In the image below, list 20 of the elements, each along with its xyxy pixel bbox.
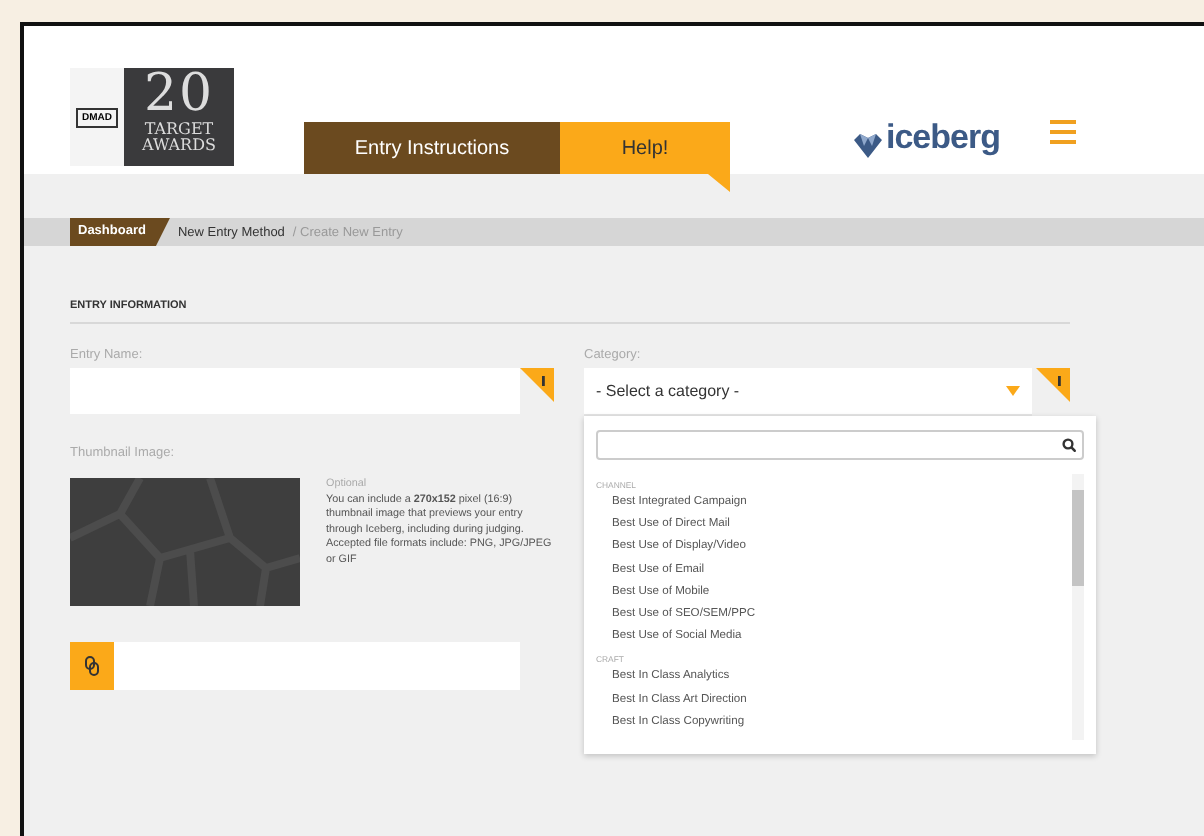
info-icon[interactable] — [1036, 368, 1070, 402]
gem-icon — [854, 134, 882, 158]
scrollbar[interactable] — [1072, 474, 1084, 740]
info-icon[interactable] — [520, 368, 554, 402]
category-select[interactable]: - Select a category - — [584, 368, 1032, 414]
menu-button[interactable] — [1049, 118, 1076, 144]
caret-icon — [1006, 386, 1020, 396]
brand-name: iceberg — [886, 118, 1000, 158]
upload-field[interactable] — [70, 642, 520, 690]
logo-number: 20 — [143, 68, 215, 122]
logo-text: AWARDS — [142, 138, 216, 154]
tab[interactable]: Help! — [560, 122, 730, 192]
paperclip-icon — [84, 656, 100, 676]
entry-name-field[interactable] — [70, 368, 520, 414]
search-icon — [1062, 438, 1076, 452]
logo-text: TARGET — [144, 122, 214, 138]
menu-icon — [1049, 118, 1076, 144]
tab[interactable]: Entry Instructions — [304, 122, 560, 174]
attach-button[interactable] — [70, 642, 114, 690]
search-field[interactable] — [596, 430, 1084, 460]
